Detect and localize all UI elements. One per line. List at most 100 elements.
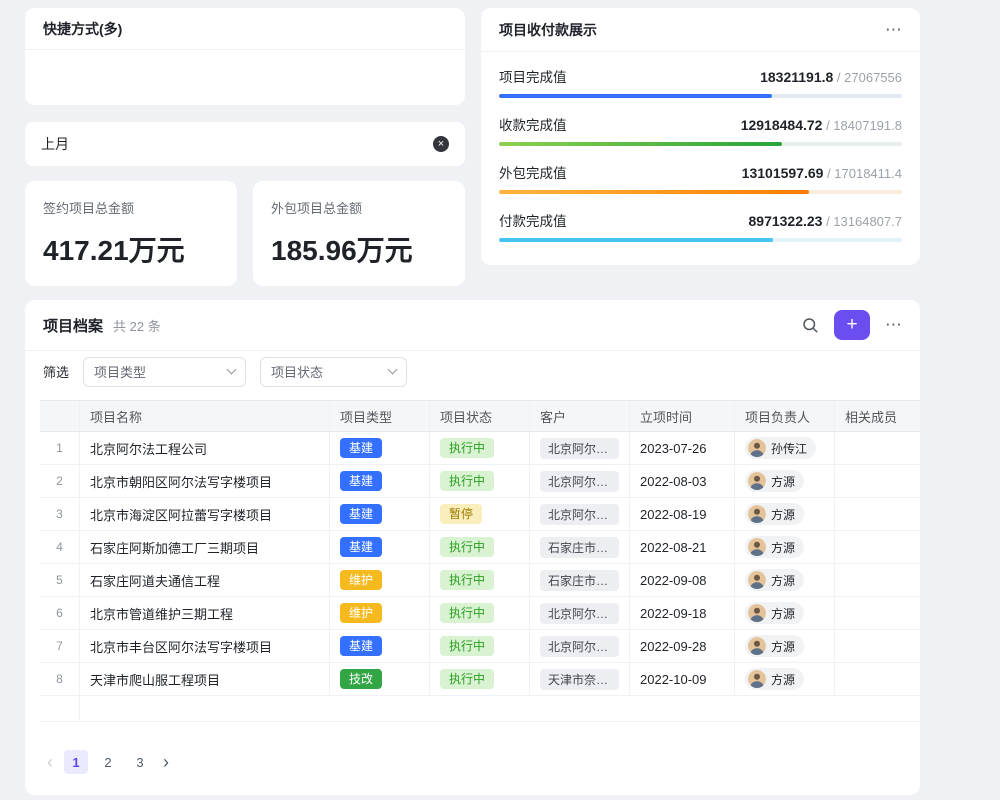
members-cell[interactable]	[835, 432, 920, 464]
members-cell[interactable]	[835, 630, 920, 662]
table-row[interactable]: 4 石家庄阿斯加德工厂三期项目 基建 执行中 石家庄市A县... 2022-08…	[40, 531, 920, 564]
members-cell[interactable]	[835, 465, 920, 497]
table-row[interactable]: 2 北京市朝阳区阿尔法写字楼项目 基建 执行中 北京阿尔法... 2022-08…	[40, 465, 920, 498]
customer-cell[interactable]: 石家庄市A县	[530, 564, 630, 596]
project-status-dropdown[interactable]: 项目状态	[260, 357, 407, 387]
avatar	[748, 472, 766, 490]
project-type-dropdown[interactable]: 项目类型	[83, 357, 246, 387]
table-row[interactable]: 3 北京市海淀区阿拉蕾写字楼项目 基建 暂停 北京阿尔法... 2022-08-…	[40, 498, 920, 531]
top-section: 快捷方式(多) 上月 × 签约项目总金额 417.21万元 外包项目总金额 18…	[25, 8, 920, 286]
owner-cell[interactable]: 方源	[735, 597, 835, 629]
avatar	[748, 604, 766, 622]
table-row[interactable]: 7 北京市丰台区阿尔法写字楼项目 基建 执行中 北京阿尔法... 2022-09…	[40, 630, 920, 663]
project-status-cell[interactable]: 执行中	[430, 531, 530, 563]
members-cell[interactable]	[835, 564, 920, 596]
add-record-button[interactable]: +	[834, 310, 870, 340]
project-type-cell[interactable]: 基建	[330, 531, 430, 563]
project-date: 2022-08-03	[640, 474, 707, 489]
date-cell[interactable]: 2022-10-09	[630, 663, 735, 695]
owner-cell[interactable]: 方源	[735, 663, 835, 695]
project-name-cell[interactable]: 北京市海淀区阿拉蕾写字楼项目	[80, 498, 330, 530]
members-cell[interactable]	[835, 663, 920, 695]
owner-cell[interactable]: 方源	[735, 498, 835, 530]
customer-cell[interactable]: 北京阿尔法...	[530, 597, 630, 629]
owner-pill: 孙传江	[745, 437, 816, 459]
project-status-cell[interactable]: 执行中	[430, 597, 530, 629]
project-name: 北京市丰台区阿尔法写字楼项目	[90, 637, 272, 656]
customer-cell[interactable]: 北京阿尔法...	[530, 432, 630, 464]
owner-pill: 方源	[745, 536, 804, 558]
page-button-1[interactable]: 1	[64, 750, 88, 774]
table-row[interactable]: 6 北京市管道维护三期工程 维护 执行中 北京阿尔法... 2022-09-18…	[40, 597, 920, 630]
metric-bar-track	[499, 238, 902, 242]
prev-page-icon[interactable]: ‹	[44, 751, 56, 773]
project-name-cell[interactable]: 天津市爬山服工程项目	[80, 663, 330, 695]
owner-cell[interactable]: 方源	[735, 564, 835, 596]
project-status-cell[interactable]: 执行中	[430, 465, 530, 497]
owner-pill: 方源	[745, 503, 804, 525]
customer-tag: 石家庄市A县...	[540, 537, 619, 558]
project-name-cell[interactable]: 北京阿尔法工程公司	[80, 432, 330, 464]
date-cell[interactable]: 2022-09-28	[630, 630, 735, 662]
customer-cell[interactable]: 天津市奈文...	[530, 663, 630, 695]
project-type-cell[interactable]: 基建	[330, 498, 430, 530]
next-page-icon[interactable]: ›	[160, 751, 172, 773]
date-cell[interactable]: 2022-09-08	[630, 564, 735, 596]
project-status-cell[interactable]: 执行中	[430, 432, 530, 464]
project-status-cell[interactable]: 执行中	[430, 630, 530, 662]
date-cell[interactable]: 2022-08-19	[630, 498, 735, 530]
archive-count: 共 22 条	[113, 316, 161, 335]
page-button-3[interactable]: 3	[128, 750, 152, 774]
dropdown-label: 项目类型	[94, 362, 146, 381]
project-name-cell[interactable]: 石家庄阿道夫通信工程	[80, 564, 330, 596]
date-cell[interactable]: 2023-07-26	[630, 432, 735, 464]
project-type-cell[interactable]: 基建	[330, 465, 430, 497]
metric-label: 外包完成值	[499, 162, 567, 182]
project-name-cell[interactable]: 北京市朝阳区阿尔法写字楼项目	[80, 465, 330, 497]
project-name-cell[interactable]: 北京市管道维护三期工程	[80, 597, 330, 629]
table-row[interactable]: 5 石家庄阿道夫通信工程 维护 执行中 石家庄市A县 2022-09-08 方源	[40, 564, 920, 597]
table-row[interactable]: 1 北京阿尔法工程公司 基建 执行中 北京阿尔法... 2023-07-26 孙…	[40, 432, 920, 465]
owner-pill: 方源	[745, 569, 804, 591]
project-type-cell[interactable]: 维护	[330, 564, 430, 596]
project-type-cell[interactable]: 技改	[330, 663, 430, 695]
clear-filter-icon[interactable]: ×	[433, 136, 449, 152]
project-status-cell[interactable]: 执行中	[430, 663, 530, 695]
metric-label: 付款完成值	[499, 210, 567, 230]
project-status-cell[interactable]: 暂停	[430, 498, 530, 530]
project-name-cell[interactable]: 石家庄阿斯加德工厂三期项目	[80, 531, 330, 563]
metric-top: 外包完成值 13101597.69 / 17018411.4	[499, 162, 902, 183]
project-name-cell[interactable]: 北京市丰台区阿尔法写字楼项目	[80, 630, 330, 662]
members-cell[interactable]	[835, 531, 920, 563]
column-header: 客户	[530, 401, 630, 431]
project-type-cell[interactable]: 维护	[330, 597, 430, 629]
members-cell[interactable]	[835, 498, 920, 530]
more-icon[interactable]: ⋯	[885, 315, 902, 335]
owner-cell[interactable]: 孙传江	[735, 432, 835, 464]
customer-cell[interactable]: 北京阿尔法...	[530, 630, 630, 662]
more-icon[interactable]: ⋯	[885, 20, 902, 40]
metric-bar-track	[499, 94, 902, 98]
owner-cell[interactable]: 方源	[735, 531, 835, 563]
customer-tag: 北京阿尔法...	[540, 471, 619, 492]
avatar	[748, 637, 766, 655]
customer-cell[interactable]: 石家庄市A县...	[530, 531, 630, 563]
page-button-2[interactable]: 2	[96, 750, 120, 774]
avatar	[748, 439, 766, 457]
archive-title: 项目档案	[43, 315, 103, 336]
customer-cell[interactable]: 北京阿尔法...	[530, 465, 630, 497]
customer-cell[interactable]: 北京阿尔法...	[530, 498, 630, 530]
table-row[interactable]: 8 天津市爬山服工程项目 技改 执行中 天津市奈文... 2022-10-09 …	[40, 663, 920, 696]
filter-label: 筛选	[43, 362, 69, 381]
project-status-cell[interactable]: 执行中	[430, 564, 530, 596]
month-filter-pill[interactable]: 上月 ×	[25, 122, 465, 166]
date-cell[interactable]: 2022-08-21	[630, 531, 735, 563]
project-type-cell[interactable]: 基建	[330, 630, 430, 662]
date-cell[interactable]: 2022-08-03	[630, 465, 735, 497]
date-cell[interactable]: 2022-09-18	[630, 597, 735, 629]
project-type-cell[interactable]: 基建	[330, 432, 430, 464]
members-cell[interactable]	[835, 597, 920, 629]
search-icon[interactable]	[801, 316, 819, 334]
owner-cell[interactable]: 方源	[735, 630, 835, 662]
owner-cell[interactable]: 方源	[735, 465, 835, 497]
